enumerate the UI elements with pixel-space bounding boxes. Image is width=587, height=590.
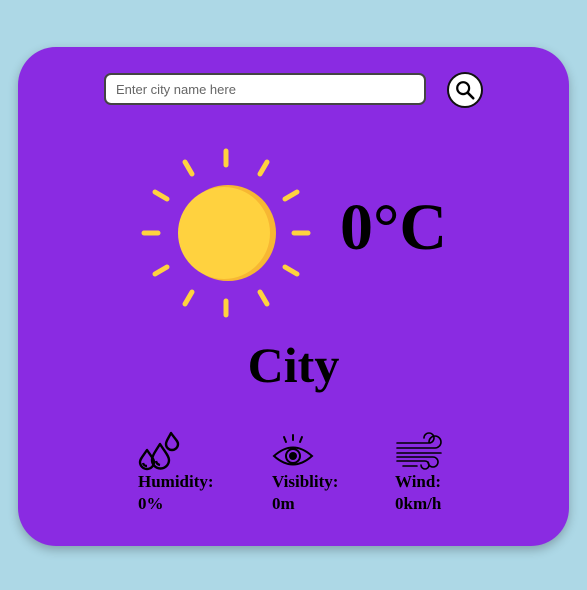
temperature: 0°C	[340, 191, 448, 264]
humidity-label: Humidity:	[138, 472, 214, 491]
eye-icon	[272, 434, 314, 466]
visibility-value: 0m	[272, 494, 295, 513]
city-search-input[interactable]	[104, 73, 426, 105]
wind-detail: Wind: 0km/h	[395, 431, 449, 515]
humidity-detail: Humidity: 0%	[138, 431, 214, 515]
search-icon	[456, 81, 475, 100]
search-button[interactable]	[447, 72, 483, 108]
wind-icon	[396, 432, 442, 470]
wind-label: Wind:	[395, 472, 441, 491]
humidity-value: 0%	[138, 494, 164, 513]
sun-icon	[141, 148, 311, 318]
weather-card: 0°C City Humidity: 0% Visibli	[18, 47, 569, 546]
humidity-drops-icon	[138, 431, 180, 471]
visibility-detail: Visiblity: 0m	[272, 431, 338, 515]
city-name: City	[247, 337, 340, 393]
visibility-label: Visiblity:	[272, 472, 339, 491]
wind-value: 0km/h	[395, 494, 442, 513]
